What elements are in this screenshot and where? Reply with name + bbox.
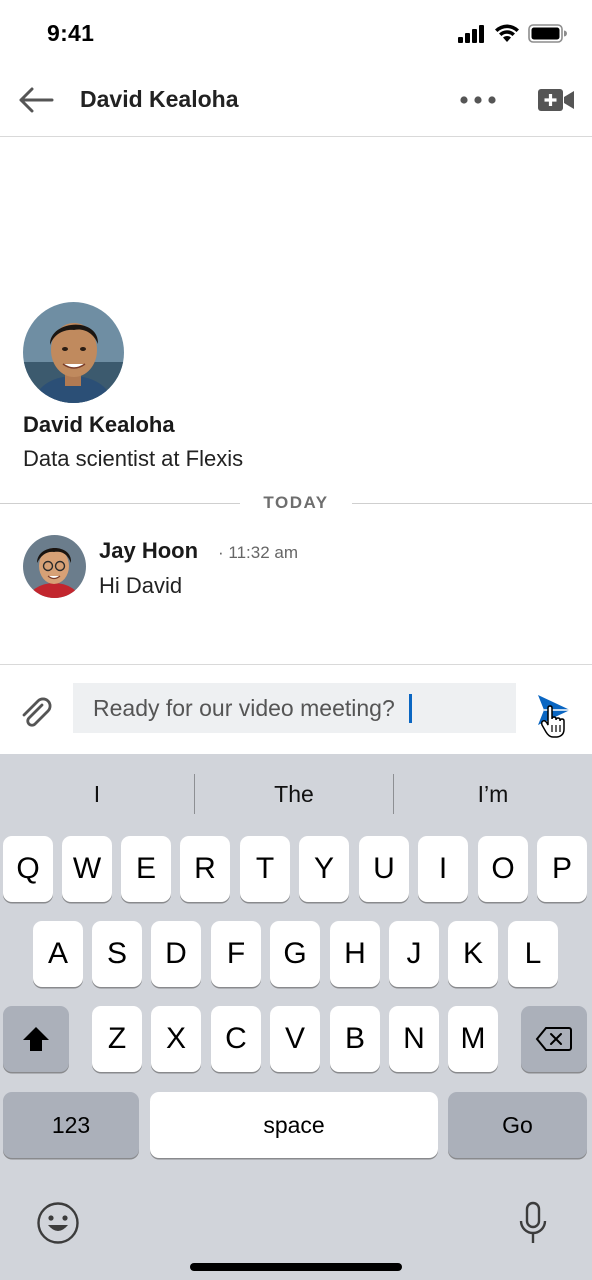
suggestion-2[interactable]: The [195, 774, 393, 814]
key-n[interactable]: N [389, 1006, 439, 1072]
go-key[interactable]: Go [448, 1092, 587, 1158]
backspace-icon [535, 1027, 572, 1051]
key-j[interactable]: J [389, 921, 439, 987]
signal-icon [458, 24, 484, 43]
key-y[interactable]: Y [299, 836, 349, 902]
key-u[interactable]: U [359, 836, 409, 902]
shift-icon [23, 1027, 49, 1051]
key-x[interactable]: X [151, 1006, 201, 1072]
key-b[interactable]: B [330, 1006, 380, 1072]
divider-line-right [352, 503, 592, 504]
key-g[interactable]: G [270, 921, 320, 987]
key-c[interactable]: C [211, 1006, 261, 1072]
suggestion-1[interactable]: I [0, 774, 194, 814]
key-t[interactable]: T [240, 836, 290, 902]
emoji-icon [37, 1202, 79, 1244]
date-divider-label: TODAY [263, 493, 329, 512]
profile-avatar[interactable] [23, 302, 124, 403]
suggestion-bar: I The I’m [0, 754, 592, 834]
message-sender[interactable]: Jay Hoon [99, 538, 198, 564]
message-timestamp: · 11:32 am [218, 543, 299, 562]
sender-photo [23, 535, 86, 598]
key-p[interactable]: P [537, 836, 587, 902]
back-button[interactable] [14, 82, 58, 118]
conversation-title: David Kealoha [80, 86, 239, 112]
profile-photo [23, 302, 124, 403]
message-input[interactable]: Ready for our video meeting? [73, 683, 516, 733]
keyboard: I The I’m Q W E R T Y U I O P A S D F G … [0, 754, 592, 1280]
key-q[interactable]: Q [3, 836, 53, 902]
suggestion-3[interactable]: I’m [394, 774, 592, 814]
message-input-value: Ready for our video meeting? [93, 694, 395, 721]
key-f[interactable]: F [211, 921, 261, 987]
profile-name[interactable]: David Kealoha [23, 412, 175, 438]
key-o[interactable]: O [478, 836, 528, 902]
key-k[interactable]: K [448, 921, 498, 987]
key-m[interactable]: M [448, 1006, 498, 1072]
key-l[interactable]: L [508, 921, 558, 987]
attach-button[interactable] [14, 691, 56, 733]
status-icons [458, 24, 568, 43]
wifi-icon [495, 24, 519, 42]
dictation-button[interactable] [518, 1201, 548, 1245]
status-bar: 9:41 [0, 0, 592, 70]
send-button[interactable] [532, 689, 580, 738]
video-call-button[interactable] [532, 84, 580, 116]
key-w[interactable]: W [62, 836, 112, 902]
key-e[interactable]: E [121, 836, 171, 902]
back-arrow-icon [19, 87, 54, 113]
key-z[interactable]: Z [92, 1006, 142, 1072]
microphone-icon [519, 1201, 547, 1243]
key-a[interactable]: A [33, 921, 83, 987]
key-v[interactable]: V [270, 1006, 320, 1072]
profile-headline: Data scientist at Flexis [23, 446, 244, 471]
key-s[interactable]: S [92, 921, 142, 987]
more-icon [460, 96, 496, 104]
text-cursor [408, 693, 412, 723]
hand-cursor-icon [540, 705, 565, 738]
conversation-header: David Kealoha [0, 70, 592, 137]
shift-key[interactable] [3, 1006, 69, 1072]
numbers-key[interactable]: 123 [3, 1092, 139, 1158]
space-key[interactable]: space [150, 1092, 438, 1158]
key-i[interactable]: I [418, 836, 468, 902]
emoji-button[interactable] [36, 1201, 80, 1245]
sender-avatar[interactable] [23, 535, 86, 598]
backspace-key[interactable] [521, 1006, 587, 1072]
battery-icon [528, 24, 567, 43]
more-options-button[interactable] [456, 86, 500, 114]
paperclip-icon [22, 697, 52, 727]
status-time: 9:41 [47, 20, 95, 46]
home-indicator[interactable] [190, 1263, 402, 1271]
message-text: Hi David [99, 573, 183, 598]
divider-line-left [0, 503, 240, 504]
compose-bar: Ready for our video meeting? [0, 664, 592, 754]
key-d[interactable]: D [151, 921, 201, 987]
key-h[interactable]: H [330, 921, 380, 987]
key-r[interactable]: R [180, 836, 230, 902]
video-call-icon [538, 89, 574, 111]
